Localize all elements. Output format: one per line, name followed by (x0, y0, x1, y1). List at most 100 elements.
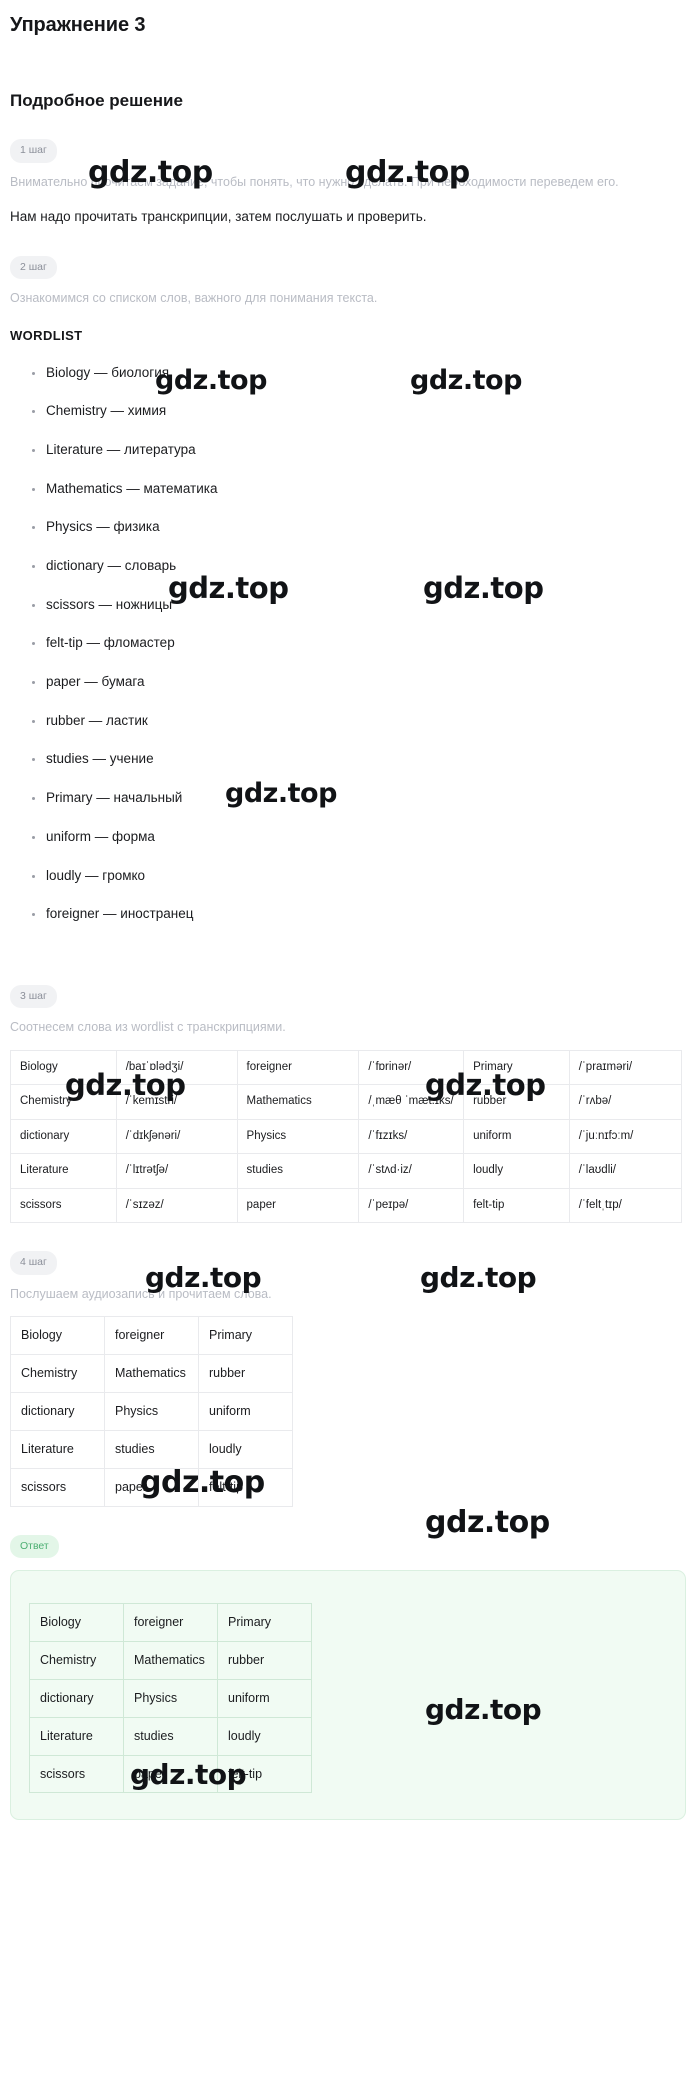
table-cell-word: studies (236, 1153, 360, 1189)
table-cell-word: Biology (29, 1603, 124, 1642)
table-row: Chemistry Mathematics rubber (10, 1354, 293, 1393)
step-1-instruction: Внимательно прочитаем задание, чтобы пон… (10, 174, 619, 189)
step-badge-3: 3 шаг (10, 984, 57, 1009)
list-item: dictionary — словарь (10, 558, 686, 574)
answer-block: Biology foreigner Primary Chemistry Math… (10, 1570, 686, 1821)
page-title: Упражнение 3 (10, 14, 146, 36)
table-row: dictionary Physics uniform (10, 1391, 293, 1431)
table-row: Literature studies loudly (10, 1429, 293, 1469)
step-1-statement: Нам надо прочитать транскрипции, затем п… (10, 209, 427, 225)
step-badge-4: 4 шаг (10, 1251, 57, 1275)
list-item: Biology — биология (10, 365, 686, 381)
step-3-instruction: Соотнесем слова из wordlist с транскрипц… (10, 1020, 286, 1035)
table-cell-word: uniform (217, 1678, 312, 1718)
table-row: Chemistry Mathematics rubber (29, 1640, 312, 1680)
table-cell-ipa: /ˈpraɪməri/ (568, 1049, 683, 1086)
step-badge-2: 2 шаг (10, 255, 57, 280)
step-2-instruction: Ознакомимся со списком слов, важного для… (10, 291, 378, 306)
list-item: Literature — литература (10, 442, 686, 458)
table-cell-ipa: /ˈrʌbə/ (568, 1084, 683, 1120)
table-cell-word: rubber (198, 1354, 293, 1393)
table-cell-ipa: /ˈfɒrinər/ (358, 1049, 465, 1086)
table-row: scissors paper felt-tip (29, 1754, 312, 1794)
table-cell-ipa: /ˈstʌd·iz/ (358, 1153, 465, 1189)
table-cell-ipa: /ˈjuːnɪfɔːm/ (568, 1118, 683, 1155)
table-cell-ipa: /ˈsɪzəz/ (115, 1187, 238, 1224)
list-item: studies — учение (10, 751, 686, 767)
table-cell-word: Mathematics (123, 1640, 218, 1680)
table-cell-word: Primary (463, 1049, 570, 1086)
answer-table: Biology foreigner Primary Chemistry Math… (29, 1603, 312, 1794)
table-cell-word: studies (123, 1716, 218, 1756)
table-row: Chemistry /ˈkemɪstri/ Mathematics /ˌmæθ … (10, 1084, 683, 1120)
words-table: Biology foreigner Primary Chemistry Math… (10, 1316, 293, 1507)
table-cell-word: Chemistry (29, 1640, 124, 1680)
list-item: Primary — начальный (10, 790, 686, 806)
table-cell-ipa: /ˈfɪzɪks/ (358, 1118, 465, 1155)
table-row: Biology foreigner Primary (10, 1316, 293, 1356)
table-cell-word: Chemistry (10, 1354, 105, 1393)
step-badge-1: 1 шаг (10, 139, 57, 163)
table-cell-word: felt-tip (463, 1187, 570, 1224)
table-cell-word: rubber (463, 1084, 570, 1120)
wordlist-heading: WORDLIST (10, 327, 83, 343)
answer-badge: Ответ (10, 1534, 59, 1559)
table-cell-word: Physics (104, 1391, 199, 1431)
table-cell-ipa: /baɪˈɒlədʒi/ (115, 1049, 238, 1086)
table-cell-ipa: /ˈkemɪstri/ (115, 1084, 238, 1120)
table-cell-ipa: /ˈdɪkʃənəri/ (115, 1118, 238, 1155)
table-cell-word: foreigner (104, 1316, 199, 1356)
table-cell-ipa: /ˈpeɪpə/ (358, 1187, 465, 1224)
table-cell-word: paper (104, 1467, 199, 1507)
table-cell-word: scissors (10, 1187, 117, 1224)
table-cell-word: Literature (29, 1716, 124, 1756)
table-cell-word: studies (104, 1429, 199, 1469)
table-row: dictionary /ˈdɪkʃənəri/ Physics /ˈfɪzɪks… (10, 1118, 683, 1155)
table-cell-word: dictionary (29, 1678, 124, 1718)
transcription-table: Biology /baɪˈɒlədʒi/ foreigner /ˈfɒrinər… (10, 1049, 683, 1224)
wordlist: Biology — биология Chemistry — химия Lit… (10, 365, 686, 923)
list-item: felt-tip — фломастер (10, 635, 686, 651)
table-row: scissors paper felt-tip (10, 1467, 293, 1507)
table-cell-word: Mathematics (236, 1084, 360, 1120)
table-cell-word: loudly (463, 1153, 570, 1189)
step-4-instruction: Послушаем аудиозапись и прочитаем слова. (10, 1286, 272, 1301)
table-row: Biology /baɪˈɒlədʒi/ foreigner /ˈfɒrinər… (10, 1049, 683, 1086)
table-row: dictionary Physics uniform (29, 1678, 312, 1718)
table-cell-word: rubber (217, 1640, 312, 1680)
table-cell-word: Biology (10, 1049, 117, 1086)
list-item: Mathematics — математика (10, 481, 686, 497)
table-row: scissors /ˈsɪzəz/ paper /ˈpeɪpə/ felt-ti… (10, 1187, 683, 1224)
table-cell-word: Primary (198, 1316, 293, 1356)
table-cell-word: paper (123, 1754, 218, 1794)
table-cell-word: paper (236, 1187, 360, 1224)
list-item: Physics — физика (10, 519, 686, 535)
table-row: Literature studies loudly (29, 1716, 312, 1756)
list-item: Chemistry — химия (10, 403, 686, 419)
list-item: uniform — форма (10, 829, 686, 845)
table-cell-word: uniform (463, 1118, 570, 1155)
solution-heading: Подробное решение (10, 91, 183, 110)
list-item: loudly — громко (10, 868, 686, 884)
table-cell-word: Literature (10, 1429, 105, 1469)
table-cell-word: loudly (198, 1429, 293, 1469)
table-cell-word: Mathematics (104, 1354, 199, 1393)
table-cell-word: Chemistry (10, 1084, 117, 1120)
table-cell-word: scissors (10, 1467, 105, 1507)
table-row: Biology foreigner Primary (29, 1603, 312, 1642)
table-cell-word: Biology (10, 1316, 105, 1356)
table-cell-word: felt-tip (198, 1467, 293, 1507)
table-cell-word: Physics (236, 1118, 360, 1155)
table-cell-word: Literature (10, 1153, 117, 1189)
table-cell-ipa: /ˈlɪtrətʃə/ (115, 1153, 238, 1189)
table-cell-word: dictionary (10, 1391, 105, 1431)
list-item: scissors — ножницы (10, 597, 686, 613)
table-cell-word: scissors (29, 1754, 124, 1794)
table-cell-word: Physics (123, 1678, 218, 1718)
table-cell-word: uniform (198, 1391, 293, 1431)
list-item: paper — бумага (10, 674, 686, 690)
